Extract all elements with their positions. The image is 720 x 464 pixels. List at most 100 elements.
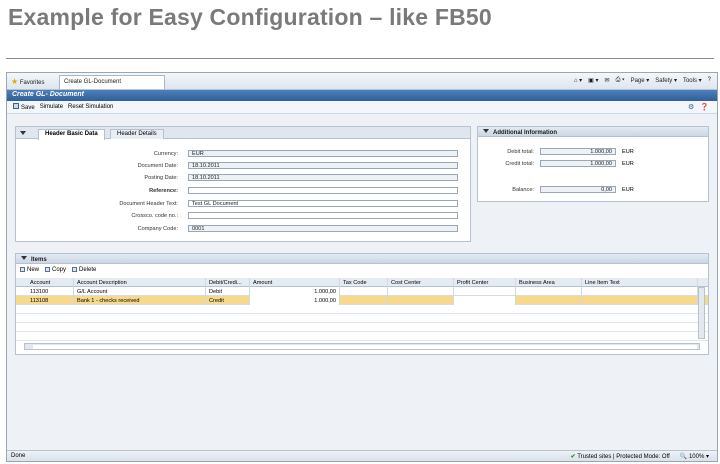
col-tax-code[interactable]: Tax Code	[340, 278, 388, 287]
table-row[interactable]: 113100 G/L Account Debit 1.000,00	[16, 287, 708, 296]
items-title: Items	[31, 257, 47, 263]
personalize-icon[interactable]: ⚙	[688, 103, 694, 111]
row-tax-code[interactable]	[340, 296, 388, 305]
trusted-sites-text: Trusted sites | Protected Mode: Off	[577, 454, 670, 460]
row-account-description[interactable]: G/L Account	[74, 287, 206, 296]
row-cost-center[interactable]	[388, 296, 454, 305]
col-line-item-text[interactable]: Line Item Text	[582, 278, 698, 287]
crossco-code-label: Crossco. code no.:	[131, 213, 178, 219]
debit-total-value: 1.000,00	[590, 149, 612, 155]
credit-total-value: 1.000,00	[590, 161, 612, 167]
row-account[interactable]: 113108	[16, 296, 74, 305]
crossco-code-input[interactable]	[188, 212, 458, 219]
row-amount[interactable]: 1.000,00	[250, 296, 340, 305]
reference-input[interactable]	[188, 187, 458, 194]
browser-status-bar: Done ✔ Trusted sites | Protected Mode: O…	[7, 450, 717, 461]
balance-field: 0,00	[540, 186, 616, 193]
col-cost-center[interactable]: Cost Center	[388, 278, 454, 287]
collapse-icon[interactable]	[483, 129, 489, 133]
debit-currency: EUR	[622, 149, 634, 155]
row-business-area[interactable]	[516, 296, 582, 305]
new-button[interactable]: New	[20, 267, 39, 273]
grid-horizontal-scrollbar[interactable]	[24, 343, 700, 350]
new-icon	[20, 267, 25, 272]
table-row-empty[interactable]	[16, 323, 708, 332]
zoom-level: 100%	[688, 454, 705, 460]
feed-icon[interactable]: ▣ ▾	[588, 77, 598, 84]
document-date-field[interactable]: 18.10.2011	[188, 162, 458, 169]
print-icon[interactable]: ⎙ ▾	[616, 77, 625, 84]
col-amount[interactable]: Amount	[250, 278, 340, 287]
document-header-text-input[interactable]: Test GL Document	[188, 200, 458, 207]
row-amount[interactable]: 1.000,00	[250, 287, 340, 296]
favorites-label: Favorites	[19, 80, 45, 86]
safety-menu[interactable]: Safety ▾	[655, 77, 677, 84]
collapse-icon[interactable]	[20, 131, 26, 135]
row-account-description[interactable]: Bank 1 - checks received	[74, 296, 206, 305]
save-icon	[13, 103, 19, 109]
debit-total-label: Debit total:	[507, 149, 534, 155]
col-account[interactable]: Account	[16, 278, 74, 287]
row-debit-credit[interactable]: Debit	[206, 287, 250, 296]
row-cost-center[interactable]	[388, 287, 454, 296]
row-business-area[interactable]	[516, 287, 582, 296]
zoom-control[interactable]: 🔍 100% ▾	[680, 453, 709, 460]
header-tabs: Header Basic Data Header Details	[16, 127, 470, 140]
table-row-empty[interactable]	[16, 305, 708, 314]
row-line-item-text[interactable]	[582, 296, 698, 305]
col-profit-center[interactable]: Profit Center	[454, 278, 516, 287]
page-menu[interactable]: Page ▾	[631, 77, 650, 84]
save-label: Save	[21, 105, 35, 111]
favorites-button[interactable]: ★ Favorites	[11, 77, 45, 86]
company-code-label: Company Code:	[137, 226, 178, 232]
posting-date-field[interactable]: 18.10.2011	[188, 174, 458, 181]
help-icon[interactable]: ?	[708, 77, 711, 84]
additional-info-title: Additional Information	[493, 130, 557, 136]
company-code-field[interactable]: 0001	[188, 225, 458, 232]
table-row-empty[interactable]	[16, 332, 708, 341]
app-toolbar: Save Simulate Reset Simulation ⚙ ❓	[7, 101, 717, 114]
row-tax-code[interactable]	[340, 287, 388, 296]
mail-icon[interactable]: ✉	[605, 77, 610, 84]
document-date-label: Document Date:	[137, 163, 178, 169]
row-line-item-text[interactable]	[582, 287, 698, 296]
col-account-description[interactable]: Account Description	[74, 278, 206, 287]
tab-header-basic-data[interactable]: Header Basic Data	[38, 129, 105, 140]
table-row[interactable]: 113108 Bank 1 - checks received Credit 1…	[16, 296, 708, 305]
items-panel: Items New Copy Delete Account Account De…	[15, 253, 709, 355]
simulate-button[interactable]: Simulate	[40, 104, 63, 110]
grid-vertical-scrollbar[interactable]	[698, 287, 705, 339]
scrollbar-thumb[interactable]	[33, 345, 697, 349]
home-icon[interactable]: ⌂ ▾	[574, 77, 582, 84]
additional-info-panel: Additional Information Debit total: 1.00…	[477, 126, 709, 202]
table-row-empty[interactable]	[16, 314, 708, 323]
posting-date-label: Posting Date:	[144, 175, 178, 181]
row-profit-center[interactable]	[454, 287, 516, 296]
tab-title: Create GL-Document	[64, 79, 122, 85]
balance-currency: EUR	[622, 187, 634, 193]
new-label: New	[27, 267, 40, 273]
help-circle-icon[interactable]: ❓	[700, 103, 709, 111]
tab-header-details[interactable]: Header Details	[110, 129, 164, 139]
row-debit-credit[interactable]: Credit	[206, 296, 250, 305]
delete-icon	[72, 267, 78, 272]
balance-label: Balance:	[512, 187, 534, 193]
delete-label: Delete	[79, 267, 97, 273]
row-account[interactable]: 113100	[16, 287, 74, 296]
row-profit-center[interactable]	[454, 296, 516, 305]
browser-tab[interactable]: Create GL-Document	[59, 75, 165, 89]
additional-info-header: Additional Information	[478, 127, 708, 137]
delete-button[interactable]: Delete	[72, 267, 96, 273]
col-business-area[interactable]: Business Area	[516, 278, 582, 287]
debit-total-field: 1.000,00	[540, 148, 616, 155]
col-debit-credit[interactable]: Debit/Credi...	[206, 278, 250, 287]
collapse-icon[interactable]	[21, 256, 27, 260]
items-toolbar: New Copy Delete	[20, 267, 96, 273]
currency-field[interactable]: EUR	[188, 150, 458, 157]
app-title: Create GL- Document	[7, 90, 717, 101]
copy-button[interactable]: Copy	[45, 267, 66, 273]
save-button[interactable]: Save	[13, 103, 35, 111]
reset-simulation-button[interactable]: Reset Simulation	[68, 104, 113, 110]
tools-menu[interactable]: Tools ▾	[683, 77, 702, 84]
slide-divider	[6, 58, 714, 59]
